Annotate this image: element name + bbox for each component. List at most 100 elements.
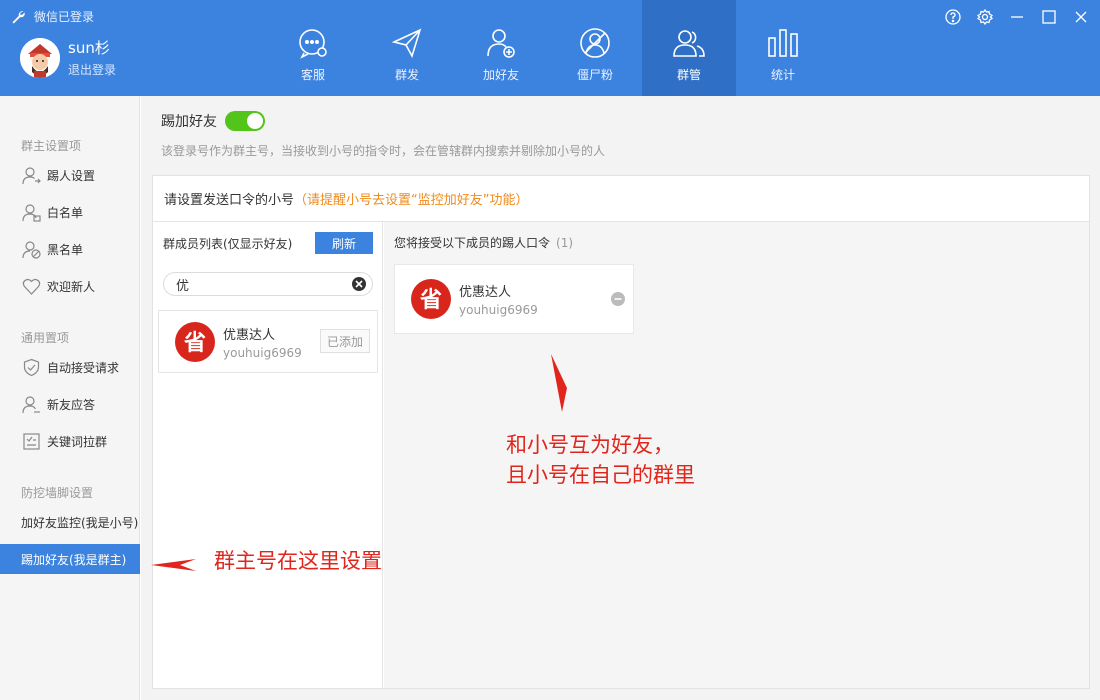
member-name: 优惠达人 [223, 327, 276, 343]
add-friend-icon [487, 29, 515, 58]
accepted-member-card: 省 优惠达人 youhuig6969 [394, 264, 634, 334]
nav-group-manage[interactable]: 群管 [642, 0, 736, 96]
nav-customer-service[interactable]: 客服 [266, 0, 360, 96]
annotation-note-owner: 群主号在这里设置 [214, 549, 382, 573]
nav-add-friend[interactable]: 加好友 [454, 0, 548, 96]
feature-title: 踢加好友 [161, 114, 217, 130]
panel-title: 请设置发送口令的小号 [164, 193, 295, 208]
logout-link[interactable]: 退出登录 [68, 61, 116, 78]
group-icon [673, 30, 705, 57]
maximize-icon [1042, 10, 1056, 24]
user-name: sun杉 [68, 38, 110, 57]
member-id: youhuig6969 [459, 303, 538, 317]
annotation-arrow-left [151, 559, 196, 571]
help-button[interactable] [942, 6, 964, 28]
accepted-members-column: 您将接受以下成员的踢人口令 (1) 省 优惠达人 youhuig6969 [384, 222, 1089, 688]
send-icon [391, 28, 422, 59]
member-name: 优惠达人 [459, 285, 512, 300]
sidebar-item-auto-accept[interactable]: 自动接受请求 [0, 352, 140, 382]
shield-icon [23, 358, 40, 376]
sidebar-item-label: 白名单 [47, 205, 84, 220]
nav-broadcast[interactable]: 群发 [360, 0, 454, 96]
user-block-icon [22, 240, 41, 259]
member-list-column: 群成员列表(仅显示好友) 刷新 省 优惠达人 youhuig6969 已添加 [153, 222, 383, 688]
sidebar-item-label: 踢人设置 [47, 168, 96, 183]
feature-toggle-row: 踢加好友 [161, 111, 265, 131]
sidebar-section-owner: 群主设置项 [21, 139, 82, 153]
added-status-button: 已添加 [320, 329, 370, 353]
stats-icon [768, 29, 798, 57]
close-button[interactable] [1070, 6, 1092, 28]
sidebar-item-kick-settings[interactable]: 踢人设置 [0, 160, 140, 190]
feature-toggle[interactable] [225, 111, 265, 131]
panel-header: 请设置发送口令的小号 （请提醒小号去设置“监控加好友”功能） [153, 176, 1089, 222]
heart-icon [22, 278, 41, 295]
user-reply-icon [22, 395, 40, 413]
wrench-icon[interactable] [10, 9, 26, 25]
minimize-button[interactable] [1006, 6, 1028, 28]
svg-text:省: 省 [183, 330, 206, 356]
nav-label: 加好友 [482, 68, 519, 82]
accepted-members-header: 您将接受以下成员的踢人口令 (1) [394, 234, 573, 251]
refresh-button[interactable]: 刷新 [315, 232, 373, 254]
help-icon [945, 9, 961, 25]
user-arrow-icon [22, 166, 41, 184]
member-id: youhuig6969 [223, 345, 302, 360]
login-status: 微信已登录 [10, 8, 94, 25]
maximize-button[interactable] [1038, 6, 1060, 28]
member-avatar: 省 [175, 321, 215, 362]
sidebar-item-label: 自动接受请求 [47, 360, 120, 375]
member-info: 优惠达人 youhuig6969 [223, 324, 302, 360]
member-avatar: 省 [411, 279, 451, 319]
member-list-title: 群成员列表(仅显示好友) [163, 236, 293, 251]
close-icon [1075, 11, 1087, 23]
avatar[interactable] [20, 38, 60, 78]
nav-label: 僵尸粉 [576, 68, 613, 82]
title-bar: 微信已登录 sun杉 退出登录 客服 群发 加好友 僵尸粉 群管 统计 [0, 0, 1100, 96]
annotation-arrow-down [551, 354, 567, 412]
chat-icon [299, 29, 327, 59]
user-profile: sun杉 退出登录 [20, 38, 116, 78]
sidebar-item-label: 黑名单 [47, 242, 84, 257]
minimize-icon [1011, 16, 1023, 18]
feature-description: 该登录号作为群主号，当接收到小号的指令时，会在管辖群内搜索并剔除加小号的人 [161, 144, 606, 158]
annotation-line: 和小号互为好友， [506, 433, 674, 457]
svg-text:省: 省 [419, 287, 442, 313]
search-input[interactable] [176, 276, 351, 292]
sidebar-item-label: 关键词拉群 [47, 434, 108, 449]
sidebar-item-add-friend-monitor[interactable]: 加好友监控(我是小号) [0, 507, 140, 537]
nav-label: 群发 [394, 68, 419, 82]
remove-member-icon[interactable] [611, 292, 625, 306]
accepted-members-title: 您将接受以下成员的踢人口令 [394, 236, 551, 250]
nav-zombie-fans[interactable]: 僵尸粉 [548, 0, 642, 96]
annotation-note-friends: 和小号互为好友， 且小号在自己的群里 [506, 430, 695, 490]
sidebar-item-label: 欢迎新人 [47, 279, 96, 294]
nav-label: 群管 [676, 68, 701, 82]
member-list-item[interactable]: 省 优惠达人 youhuig6969 已添加 [158, 310, 378, 373]
settings-button[interactable] [974, 6, 996, 28]
sidebar-item-keyword-group[interactable]: 关键词拉群 [0, 426, 140, 456]
nav-label: 统计 [770, 68, 795, 82]
toggle-knob [247, 113, 263, 129]
sidebar: 群主设置项 踢人设置 白名单 黑名单 欢迎新人 通用置项 自动接受请求 新友应答… [0, 96, 140, 700]
annotation-line: 且小号在自己的群里 [506, 463, 695, 487]
sidebar-item-new-friend-reply[interactable]: 新友应答 [0, 389, 140, 419]
login-status-text: 微信已登录 [34, 10, 95, 24]
main-nav: 客服 群发 加好友 僵尸粉 群管 统计 [266, 0, 830, 96]
sidebar-item-welcome[interactable]: 欢迎新人 [0, 271, 140, 301]
sidebar-item-kick-add-friend[interactable]: 踢加好友(我是群主) [0, 544, 140, 574]
sidebar-item-whitelist[interactable]: 白名单 [0, 197, 140, 227]
nav-label: 客服 [300, 68, 325, 82]
nav-statistics[interactable]: 统计 [736, 0, 830, 96]
sidebar-item-label: 新友应答 [47, 397, 96, 412]
sidebar-section-anti-poach: 防挖墙脚设置 [21, 486, 94, 500]
sidebar-item-blacklist[interactable]: 黑名单 [0, 234, 140, 264]
sidebar-item-label: 加好友监控(我是小号) [21, 515, 139, 530]
avatar-image [20, 38, 60, 78]
window-controls [942, 6, 1092, 28]
member-search [163, 272, 373, 296]
sidebar-item-label: 踢加好友(我是群主) [21, 552, 127, 567]
main-content: 踢加好友 该登录号作为群主号，当接收到小号的指令时，会在管辖群内搜索并剔除加小号… [141, 96, 1100, 700]
member-info: 优惠达人 youhuig6969 [459, 281, 538, 317]
clear-search-icon[interactable] [351, 276, 367, 292]
